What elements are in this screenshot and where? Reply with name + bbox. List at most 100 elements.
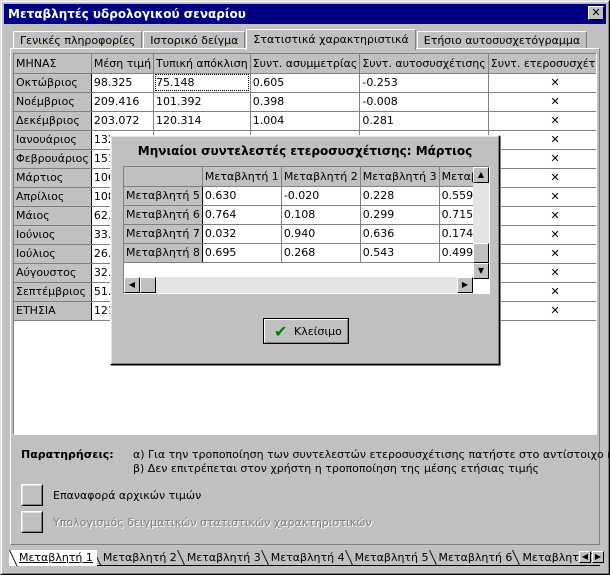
table-cell[interactable]: 1.004 <box>250 111 361 131</box>
table-cell[interactable]: 0.268 <box>281 243 361 263</box>
month-label: Ιούλιος <box>14 244 92 264</box>
cross-correlation-cell[interactable]: ✕ <box>488 73 596 93</box>
table-cell[interactable]: 203.072 <box>91 111 155 131</box>
column-header <box>124 167 203 187</box>
table-row: Μεταβλητή 5 0.630 -0.020 0.228 0.559 <box>124 186 489 206</box>
month-label: Νοέμβριος <box>14 92 92 112</box>
table-row: Μεταβλητή 6 0.764 0.108 0.299 0.715 <box>124 205 489 225</box>
table-cell[interactable]: 75.148 <box>153 73 251 93</box>
column-header: Μέση τιμή <box>91 54 155 74</box>
variable-label: Μεταβλητή 8 <box>124 243 203 263</box>
notes-label: Παρατηρήσεις: <box>21 448 114 461</box>
reset-values-label: Επαναφορά αρχικών τιμών <box>53 489 202 502</box>
table-row: Μεταβλητή 8 0.695 0.268 0.543 0.499 <box>124 243 489 263</box>
cross-correlation-dialog: Μηνιαίοι συντελεστές ετεροσυσχέτισης: Μά… <box>110 135 500 365</box>
vertical-scrollbar[interactable]: ▲ ▼ <box>473 167 489 279</box>
table-cell[interactable]: 0.764 <box>202 205 282 225</box>
sheet-tab-variable-4[interactable]: Μεταβλητή 4 <box>260 550 349 566</box>
table-cell[interactable]: -0.253 <box>359 73 489 93</box>
month-label: Δεκέμβριος <box>14 111 92 131</box>
scroll-right-icon[interactable]: ▶ <box>457 277 473 293</box>
scroll-left-icon[interactable]: ◀ <box>124 277 140 293</box>
month-label: Απρίλιος <box>14 187 92 207</box>
table-cell[interactable]: 0.398 <box>250 92 361 112</box>
cross-correlation-cell[interactable]: ✕ <box>488 206 596 226</box>
tab-statistics[interactable]: Στατιστικά χαρακτηριστικά <box>246 29 416 50</box>
table-cell[interactable]: 0.940 <box>281 224 361 244</box>
horizontal-scrollbar[interactable]: ◀ ▶ <box>124 277 473 293</box>
column-header: Μεταβλητή 2 <box>281 167 361 187</box>
table-cell[interactable]: 101.392 <box>153 92 251 112</box>
table-cell[interactable]: 0.605 <box>250 73 361 93</box>
checkmark-icon: ✔ <box>274 322 288 341</box>
table-cell[interactable]: 0.630 <box>202 186 282 206</box>
dialog-title: Μηνιαίοι συντελεστές ετεροσυσχέτισης: Μά… <box>137 144 473 158</box>
sheet-tab-variable-5[interactable]: Μεταβλητή 5 <box>344 550 433 566</box>
cross-correlation-grid[interactable]: Μεταβλητή 1Μεταβλητή 2Μεταβλητή 3Μεταβλη… <box>123 166 490 294</box>
close-window-button[interactable]: ✕ <box>588 6 604 20</box>
sheet-tab-variable-2[interactable]: Μεταβλητή 2 <box>92 550 181 566</box>
table-row: Νοέμβριος 209.416 101.392 0.398 -0.008 ✕ <box>14 92 596 112</box>
table-row: Δεκέμβριος 203.072 120.314 1.004 0.281 ✕ <box>14 111 596 131</box>
table-cell[interactable]: -0.020 <box>281 186 361 206</box>
cross-correlation-cell[interactable]: ✕ <box>488 263 596 283</box>
cross-correlation-cell[interactable]: ✕ <box>488 130 596 150</box>
table-cell[interactable]: 0.299 <box>360 205 440 225</box>
cross-correlation-cell[interactable]: ✕ <box>488 282 596 302</box>
compute-statistics-label: Υπολογισμός δειγματικών στατιστικών χαρα… <box>53 516 372 529</box>
cross-correlation-cell[interactable]: ✕ <box>488 301 596 321</box>
table-cell[interactable]: 209.416 <box>91 92 155 112</box>
table-cell[interactable]: 0.228 <box>360 186 440 206</box>
column-header: Μεταβλητή 3 <box>360 167 440 187</box>
column-header: Συντ. αυτοσυσχέτισης <box>359 54 489 74</box>
column-header: Τυπική απόκλιση <box>153 54 251 74</box>
close-dialog-button[interactable]: ✔ Κλείσιμο <box>263 318 349 344</box>
note-line-2: β) Δεν επιτρέπεται στον χρήστη η τροποπο… <box>133 462 539 475</box>
sheet-tab-variable-6[interactable]: Μεταβλητή 6 <box>428 550 517 566</box>
cross-correlation-cell[interactable]: ✕ <box>488 244 596 264</box>
table-cell[interactable]: -0.008 <box>359 92 489 112</box>
variable-sheet-tabs: Μεταβλητή 1 Μεταβλητή 2 Μεταβλητή 3 Μεταβλη… <box>9 550 601 566</box>
tab-strip: Γενικές πληροφορίες Ιστορικό δείγμα Στατ… <box>13 29 588 50</box>
month-label: Αύγουστος <box>14 263 92 283</box>
tab-historical-sample[interactable]: Ιστορικό δείγμα <box>143 31 246 49</box>
vertical-scroll-thumb[interactable] <box>473 243 489 263</box>
sheet-tab-variable-1[interactable]: Μεταβλητή 1 <box>9 550 97 566</box>
table-cell[interactable]: 0.636 <box>360 224 440 244</box>
month-label: Φεβρουάριος <box>14 149 92 169</box>
table-cell[interactable]: 0.032 <box>202 224 282 244</box>
tabs-prev-icon[interactable]: ◀ <box>579 551 591 563</box>
month-label: Ιανουάριος <box>14 130 92 150</box>
table-cell[interactable]: 0.281 <box>359 111 489 131</box>
tabs-next-icon[interactable]: ▶ <box>592 551 604 563</box>
close-dialog-label: Κλείσιμο <box>294 325 342 338</box>
table-cell[interactable]: 98.325 <box>91 73 155 93</box>
cross-correlation-cell[interactable]: ✕ <box>488 225 596 245</box>
column-header: ΜΗΝΑΣ <box>14 54 92 74</box>
month-label: Ιούνιος <box>14 225 92 245</box>
month-label: Σεπτέμβριος <box>14 282 92 302</box>
variable-label: Μεταβλητή 5 <box>124 186 203 206</box>
tab-general-info[interactable]: Γενικές πληροφορίες <box>13 31 143 49</box>
table-cell[interactable]: 0.695 <box>202 243 282 263</box>
cross-correlation-cell[interactable]: ✕ <box>488 111 596 131</box>
scroll-up-icon[interactable]: ▲ <box>473 167 489 183</box>
sheet-tab-variable-3[interactable]: Μεταβλητή 3 <box>176 550 265 566</box>
table-cell[interactable]: 0.543 <box>360 243 440 263</box>
cross-correlation-cell[interactable]: ✕ <box>488 168 596 188</box>
column-header: Συντ. ετεροσυσχέτισης <box>488 54 596 74</box>
cross-correlation-cell[interactable]: ✕ <box>488 187 596 207</box>
tab-annual-autocorrelogram[interactable]: Ετήσιο αυτοσυσχετόγραμμα <box>416 31 588 49</box>
table-row: Μεταβλητή 7 0.032 0.940 0.636 0.174 <box>124 224 489 244</box>
table-cell[interactable]: 0.108 <box>281 205 361 225</box>
cross-correlation-cell[interactable]: ✕ <box>488 92 596 112</box>
horizontal-scroll-thumb[interactable] <box>140 277 156 293</box>
variable-label: Μεταβλητή 7 <box>124 224 203 244</box>
cross-correlation-cell[interactable]: ✕ <box>488 149 596 169</box>
compute-statistics-button <box>21 511 43 533</box>
table-row: Οκτώβριος 98.325 75.148 0.605 -0.253 ✕ <box>14 73 596 93</box>
column-header: Μεταβλητή 1 <box>202 167 282 187</box>
table-cell[interactable]: 120.314 <box>153 111 251 131</box>
reset-values-button[interactable] <box>21 484 43 506</box>
scroll-down-icon[interactable]: ▼ <box>473 263 489 279</box>
